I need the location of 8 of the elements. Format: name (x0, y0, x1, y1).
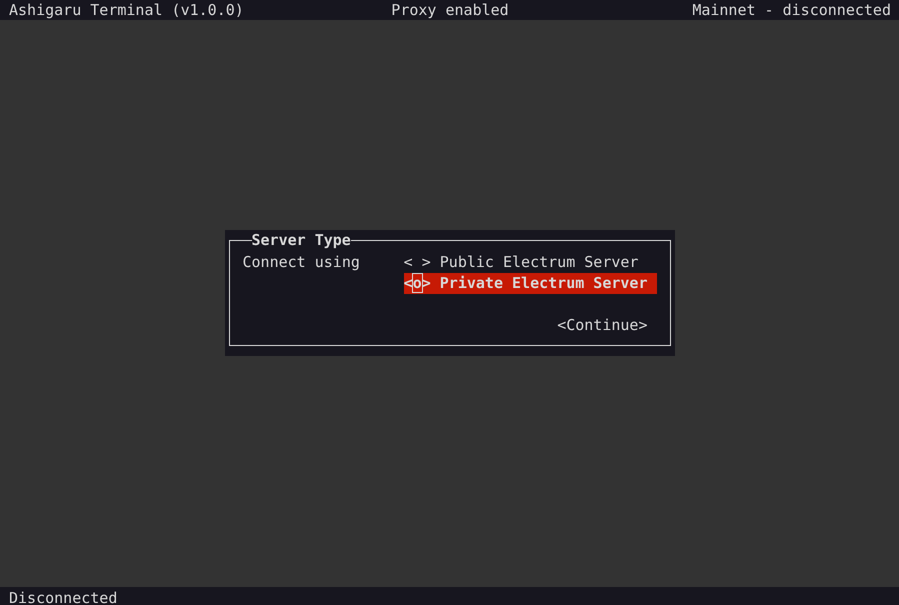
network-status: Mainnet - disconnected (691, 0, 891, 20)
continue-button[interactable]: <Continue> (557, 315, 648, 336)
app-title: Ashigaru Terminal (v1.0.0) (9, 0, 245, 20)
proxy-status: Proxy enabled (391, 0, 509, 20)
radio-option[interactable]: < > Public Electrum Server (404, 252, 656, 273)
field-label: Connect using (242, 252, 361, 273)
dialog-title: Server Type (252, 231, 351, 249)
status-text: Disconnected (9, 589, 118, 605)
